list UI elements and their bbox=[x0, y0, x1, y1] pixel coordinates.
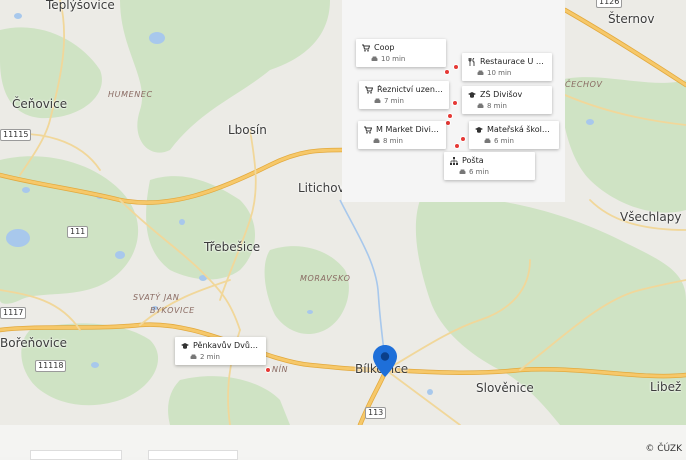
road-shield-1117: 1117 bbox=[0, 307, 27, 319]
poi-card-coop[interactable]: Coop 10 min bbox=[356, 39, 446, 67]
car-icon bbox=[483, 137, 491, 145]
place-label-sternov: Šternov bbox=[608, 12, 655, 26]
poi-card-penkavuv[interactable]: Pěnkavův Dvůr Ta... 2 min bbox=[175, 337, 266, 365]
poi-time: 2 min bbox=[200, 353, 220, 361]
place-label-trebesice: Třebešice bbox=[204, 240, 261, 254]
location-pin-icon[interactable] bbox=[373, 345, 397, 377]
region-label-svatyjan: SVATÝ JAN bbox=[133, 293, 180, 302]
poi-name: ZŠ Divišov bbox=[480, 90, 523, 99]
poi-dot[interactable] bbox=[460, 136, 466, 142]
road-shield-111: 111 bbox=[67, 226, 89, 238]
poi-card-reznictvi[interactable]: Řeznictví uzenářs... 7 min bbox=[359, 81, 449, 109]
place-label-lbosin: Lbosín bbox=[228, 123, 267, 137]
cart-icon bbox=[365, 86, 373, 94]
poi-time: 6 min bbox=[494, 137, 514, 145]
road-shield-11115: 11115 bbox=[0, 129, 32, 141]
poi-card-posta[interactable]: Pošta 6 min bbox=[444, 152, 535, 180]
school-icon bbox=[468, 91, 476, 99]
poi-name: Restaurace U Sok... bbox=[480, 57, 546, 66]
poi-time: 7 min bbox=[384, 97, 404, 105]
poi-dot[interactable] bbox=[447, 113, 453, 119]
school-icon bbox=[181, 342, 189, 350]
poi-time: 10 min bbox=[487, 69, 512, 77]
region-label-humenec: HUMENEC bbox=[108, 90, 153, 99]
copyright-text: © ČÚZK bbox=[645, 444, 682, 454]
cutlery-icon bbox=[468, 57, 476, 66]
org-icon bbox=[450, 156, 458, 165]
place-label-teplysovice: Teplýšovice bbox=[46, 0, 115, 12]
footer-tab[interactable] bbox=[30, 450, 122, 460]
region-label-bykovice: BYKOVICE bbox=[150, 306, 195, 315]
map-view[interactable]: Teplýšovice Čeňovice Lbosín Litichovi Tř… bbox=[0, 0, 686, 425]
road-shield-11118: 11118 bbox=[35, 360, 67, 372]
poi-dot[interactable] bbox=[265, 367, 271, 373]
poi-time: 8 min bbox=[487, 102, 507, 110]
school-icon bbox=[475, 126, 483, 134]
poi-name: M Market Divišov bbox=[376, 125, 440, 134]
poi-name: Coop bbox=[374, 43, 395, 52]
footer-tab[interactable] bbox=[148, 450, 238, 460]
car-icon bbox=[476, 102, 484, 110]
car-icon bbox=[458, 168, 466, 176]
place-label-cenovice: Čeňovice bbox=[12, 97, 68, 111]
poi-card-ms[interactable]: Mateřská škola D... 6 min bbox=[469, 121, 559, 149]
poi-dot[interactable] bbox=[454, 143, 460, 149]
region-label-tanin: NÍN bbox=[272, 365, 289, 374]
region-label-moravsko: MORAVSKO bbox=[300, 274, 351, 283]
poi-dot[interactable] bbox=[453, 64, 459, 70]
poi-dot[interactable] bbox=[452, 100, 458, 106]
place-label-litichovice: Litichovi bbox=[298, 181, 349, 195]
place-label-slovenice: Slověnice bbox=[476, 381, 534, 395]
road-shield-113: 113 bbox=[365, 407, 387, 419]
poi-time: 8 min bbox=[383, 137, 403, 145]
cart-icon bbox=[364, 126, 372, 134]
poi-dot[interactable] bbox=[444, 69, 450, 75]
car-icon bbox=[476, 69, 484, 77]
car-icon bbox=[189, 353, 197, 361]
car-icon bbox=[370, 55, 378, 63]
poi-time: 10 min bbox=[381, 55, 406, 63]
poi-name: Pěnkavův Dvůr Ta... bbox=[193, 341, 260, 350]
road-shield-1126: 1126 bbox=[596, 0, 623, 8]
poi-card-restaurace[interactable]: Restaurace U Sok... 10 min bbox=[462, 53, 552, 81]
poi-card-zs[interactable]: ZŠ Divišov 8 min bbox=[462, 86, 552, 114]
poi-name: Pošta bbox=[462, 156, 484, 165]
poi-name: Řeznictví uzenářs... bbox=[377, 85, 443, 94]
car-icon bbox=[373, 97, 381, 105]
region-label-cechov: ČECHOV bbox=[565, 80, 603, 89]
place-label-libez: Libež bbox=[650, 380, 682, 394]
poi-time: 6 min bbox=[469, 168, 489, 176]
place-label-vechlapy: Všechlapy bbox=[620, 210, 682, 224]
poi-card-mmarket[interactable]: M Market Divišov 8 min bbox=[358, 121, 446, 149]
poi-name: Mateřská škola D... bbox=[487, 125, 553, 134]
car-icon bbox=[372, 137, 380, 145]
place-label-borenovice: Bořeňovice bbox=[0, 336, 67, 350]
cart-icon bbox=[362, 44, 370, 52]
